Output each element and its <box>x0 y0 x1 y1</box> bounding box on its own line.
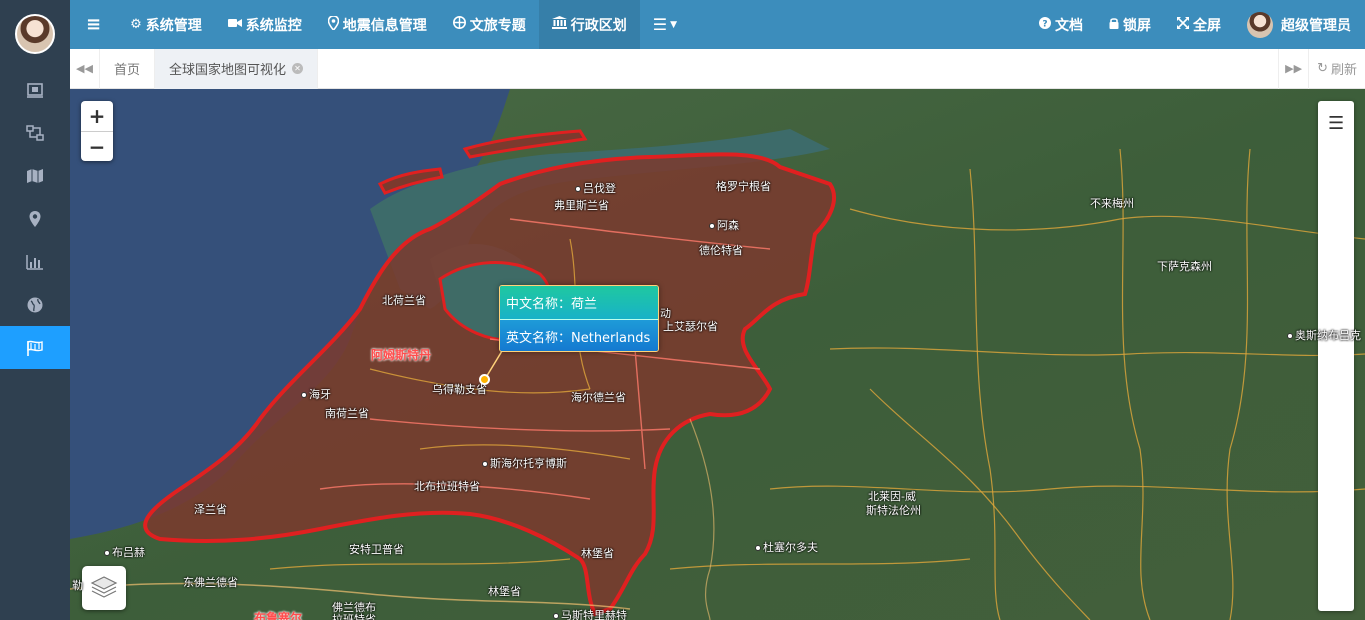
sidebar-item-screen[interactable] <box>0 68 70 111</box>
nav-admin-division[interactable]: 行政区划 <box>538 0 640 49</box>
popup-leader-line <box>484 350 503 380</box>
bar-chart-icon <box>26 254 43 270</box>
svg-text:?: ? <box>1042 19 1047 29</box>
nav-system-monitor[interactable]: 系统监控 <box>215 0 315 49</box>
tab-right-controls: ▶▶ ↻ 刷新 <box>1278 48 1365 89</box>
top-navbar: ≡ ⚙ 系统管理 系统监控 地震信息管理 文旅专题 行政区划 ☰ ▼ ? 文档 … <box>70 0 1365 49</box>
user-avatar <box>1247 11 1273 38</box>
nav-system-management[interactable]: ⚙ 系统管理 <box>117 0 215 49</box>
nav-earthquake-info[interactable]: 地震信息管理 <box>315 0 440 49</box>
docs-label: 文档 <box>1055 17 1083 34</box>
expand-icon <box>1177 16 1189 33</box>
double-left-icon: ◀◀ <box>76 62 93 75</box>
network-icon <box>26 124 44 141</box>
nav-label: 系统管理 <box>145 17 202 34</box>
fullscreen-button[interactable]: 全屏 <box>1164 0 1234 49</box>
sidebar-item-chart[interactable] <box>0 240 70 283</box>
caret-down-icon: ▼ <box>670 19 678 30</box>
screen-icon <box>27 82 43 98</box>
map-view[interactable]: + − ☰ 吕伐登 格罗宁根省 弗里斯兰省 阿森 德伦特省 不来梅州 下萨克森州… <box>70 89 1365 620</box>
lock-screen-button[interactable]: 锁屏 <box>1096 0 1164 49</box>
nav-label: 地震信息管理 <box>342 17 427 34</box>
map-icon <box>27 168 43 183</box>
close-icon[interactable]: ✕ <box>292 63 304 74</box>
tab-scroll-left-button[interactable]: ◀◀ <box>70 48 100 89</box>
avatar-wrap <box>0 0 70 68</box>
sidebar-item-admin-division[interactable] <box>0 326 70 369</box>
question-circle-icon: ? <box>1039 16 1051 33</box>
docs-button[interactable]: ? 文档 <box>1026 0 1096 49</box>
sidebar-item-location[interactable] <box>0 197 70 240</box>
tab-home[interactable]: 首页 <box>100 48 156 89</box>
location-pin-icon <box>29 210 41 227</box>
nav-label: 行政区划 <box>570 17 627 34</box>
tab-global-map[interactable]: 全球国家地图可视化 ✕ <box>155 48 319 89</box>
sidebar-item-network[interactable] <box>0 111 70 154</box>
refresh-label: 刷新 <box>1330 63 1357 78</box>
double-right-icon: ▶▶ <box>1285 62 1303 75</box>
bank-icon <box>551 16 567 33</box>
fullscreen-label: 全屏 <box>1193 17 1221 34</box>
user-name: 超级管理员 <box>1281 17 1351 34</box>
video-camera-icon <box>227 17 242 32</box>
tab-label: 全球国家地图可视化 <box>169 63 287 78</box>
sidebar-item-globe[interactable] <box>0 283 70 326</box>
refresh-button[interactable]: ↻ 刷新 <box>1308 48 1365 89</box>
nav-label: 文旅专题 <box>469 17 526 34</box>
popup-en-name: 英文名称：Netherlands <box>500 319 658 351</box>
nav-label: 系统监控 <box>245 17 302 34</box>
lock-icon <box>1109 17 1119 33</box>
lock-label: 锁屏 <box>1123 17 1151 34</box>
nav-more-dropdown[interactable]: ☰ ▼ <box>640 0 690 49</box>
navbar-right: ? 文档 锁屏 全屏 超级管理员 <box>1026 0 1365 49</box>
location-marker[interactable] <box>479 374 490 385</box>
globe-icon <box>452 16 466 33</box>
map-pin-icon <box>327 14 340 34</box>
popup-cn-name: 中文名称：荷兰 <box>500 286 658 319</box>
hamburger-icon: ≡ <box>86 14 102 35</box>
tab-scroll-right-button[interactable]: ▶▶ <box>1278 48 1308 89</box>
tab-bar: ◀◀ 首页 全球国家地图可视化 ✕ ▶▶ ↻ 刷新 <box>70 48 1365 89</box>
country-info-popup: 中文名称：荷兰 英文名称：Netherlands <box>499 285 659 352</box>
menu-toggle-button[interactable]: ≡ <box>70 0 117 49</box>
nav-culture-tourism[interactable]: 文旅专题 <box>440 0 539 49</box>
user-menu[interactable]: 超级管理员 <box>1234 0 1365 49</box>
refresh-icon: ↻ <box>1317 61 1328 76</box>
globe-icon <box>27 297 43 312</box>
gear-icon: ⚙ <box>130 17 142 32</box>
sidebar-item-map[interactable] <box>0 154 70 197</box>
flag-icon <box>27 340 43 356</box>
tab-label: 首页 <box>114 63 141 78</box>
left-sidebar <box>0 0 70 620</box>
list-icon: ☰ <box>652 15 668 34</box>
avatar[interactable] <box>15 14 55 54</box>
